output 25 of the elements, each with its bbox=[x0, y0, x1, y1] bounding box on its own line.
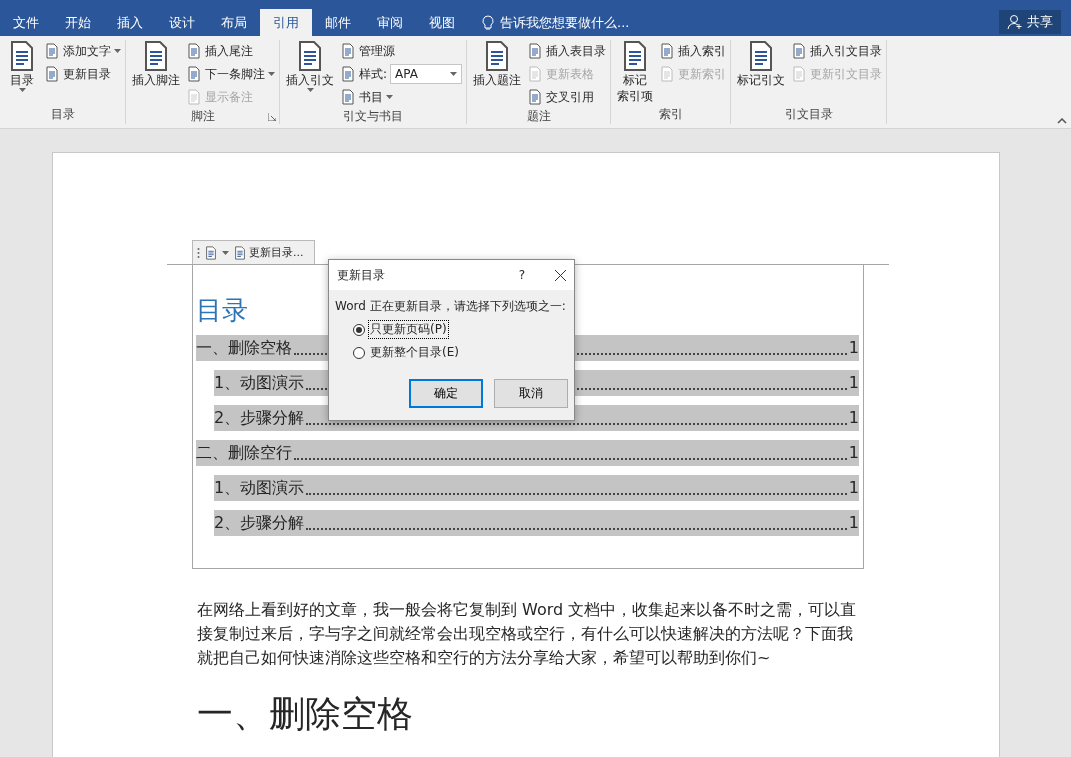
toc-title: 目录 bbox=[196, 294, 248, 327]
toc-entry-text: 2、步骤分解 bbox=[214, 512, 305, 534]
dialog-message: Word 正在更新目录，请选择下列选项之一: bbox=[335, 298, 567, 315]
group-label: 脚注 bbox=[190, 108, 215, 125]
page-number: 1 bbox=[848, 372, 859, 394]
style-label: 样式: bbox=[359, 65, 388, 83]
dialog-title: 更新目录 bbox=[337, 266, 385, 284]
toc-entry-text: 1、动图演示 bbox=[214, 372, 305, 394]
toc-entry-text: 1、动图演示 bbox=[214, 477, 305, 499]
toc-entry-text: 一、删除空格 bbox=[196, 337, 292, 359]
page-number: 1 bbox=[848, 477, 859, 499]
page-number: 1 bbox=[848, 337, 859, 359]
group-label: 题注 bbox=[526, 108, 551, 125]
tell-me-text: 告诉我您想要做什么... bbox=[500, 13, 630, 32]
group-label: 引文与书目 bbox=[343, 108, 403, 125]
page-number: 1 bbox=[848, 512, 859, 534]
section-heading: 一、删除空格 bbox=[197, 692, 414, 736]
body-paragraph: 在网络上看到好的文章，我一般会将它复制到 Word 文档中，收集起来以备不时之需，可以直接复制过来后，字与字之间就经常会出现空格或空行，有什么可以快速解决的方法呢？下面我就把自己如何快速消除这些空格和空行的方法分享给大家，希望可以帮助到你们~ bbox=[197, 599, 858, 669]
toc-entry-text: 2、步骤分解 bbox=[214, 407, 305, 429]
group-label: 目录 bbox=[50, 106, 75, 123]
page-number: 1 bbox=[848, 407, 859, 429]
group-label: 引文目录 bbox=[784, 106, 833, 123]
page-number: 1 bbox=[848, 442, 859, 464]
group-label: 索引 bbox=[658, 106, 683, 123]
toc-entry-text: 二、删除空行 bbox=[196, 442, 292, 464]
